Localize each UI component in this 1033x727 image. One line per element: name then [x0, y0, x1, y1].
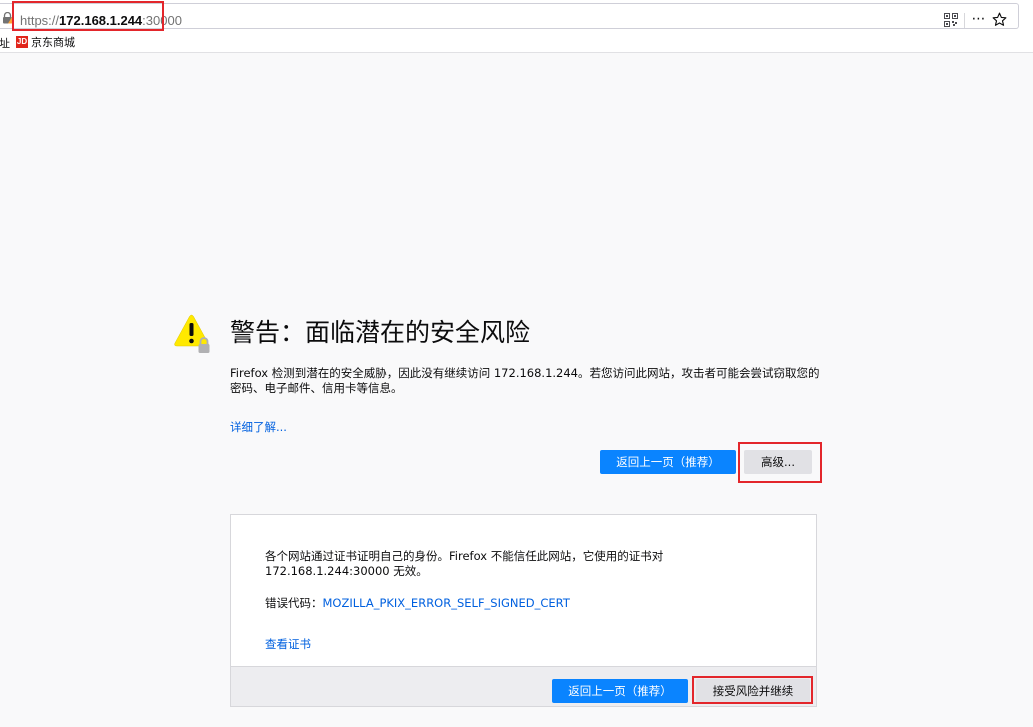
qr-code-icon[interactable]	[944, 13, 958, 27]
accept-annotation-box	[692, 676, 813, 704]
error-code-label: 错误代码：	[265, 596, 323, 610]
warning-icon	[174, 314, 210, 353]
learn-more-link[interactable]: 详细了解...	[230, 419, 287, 435]
bookmark-star-icon[interactable]	[992, 12, 1007, 27]
url-annotation-box	[12, 1, 164, 31]
advanced-panel-text: 各个网站通过证书证明自己的身份。Firefox 不能信任此网站，它使用的证书对 …	[265, 549, 664, 578]
go-back-button-panel[interactable]: 返回上一页（推荐）	[552, 679, 688, 703]
go-back-button[interactable]: 返回上一页（推荐）	[600, 450, 736, 474]
error-code-link[interactable]: MOZILLA_PKIX_ERROR_SELF_SIGNED_CERT	[323, 596, 570, 610]
advanced-annotation-box	[738, 442, 822, 483]
url-bar-divider	[964, 13, 965, 28]
navigation-toolbar: https://172.168.1.244:30000 ⋯	[0, 0, 1033, 32]
bookmark-jd[interactable]: JD 京东商城	[16, 35, 75, 49]
view-certificate-link[interactable]: 查看证书	[265, 636, 311, 652]
page-title: 警告：面临潜在的安全风险	[230, 318, 531, 347]
bookmark-cut-label[interactable]: 址	[0, 35, 10, 51]
page-actions-more-icon[interactable]: ⋯	[969, 11, 987, 27]
bookmarks-toolbar: 址 JD 京东商城	[0, 32, 1033, 53]
jd-logo-icon: JD	[16, 36, 28, 48]
bookmark-label: 京东商城	[31, 36, 75, 49]
error-code-line: 错误代码：MOZILLA_PKIX_ERROR_SELF_SIGNED_CERT	[265, 595, 570, 611]
warning-description: Firefox 检测到潜在的安全威胁，因此没有继续访问 172.168.1.24…	[230, 366, 820, 395]
